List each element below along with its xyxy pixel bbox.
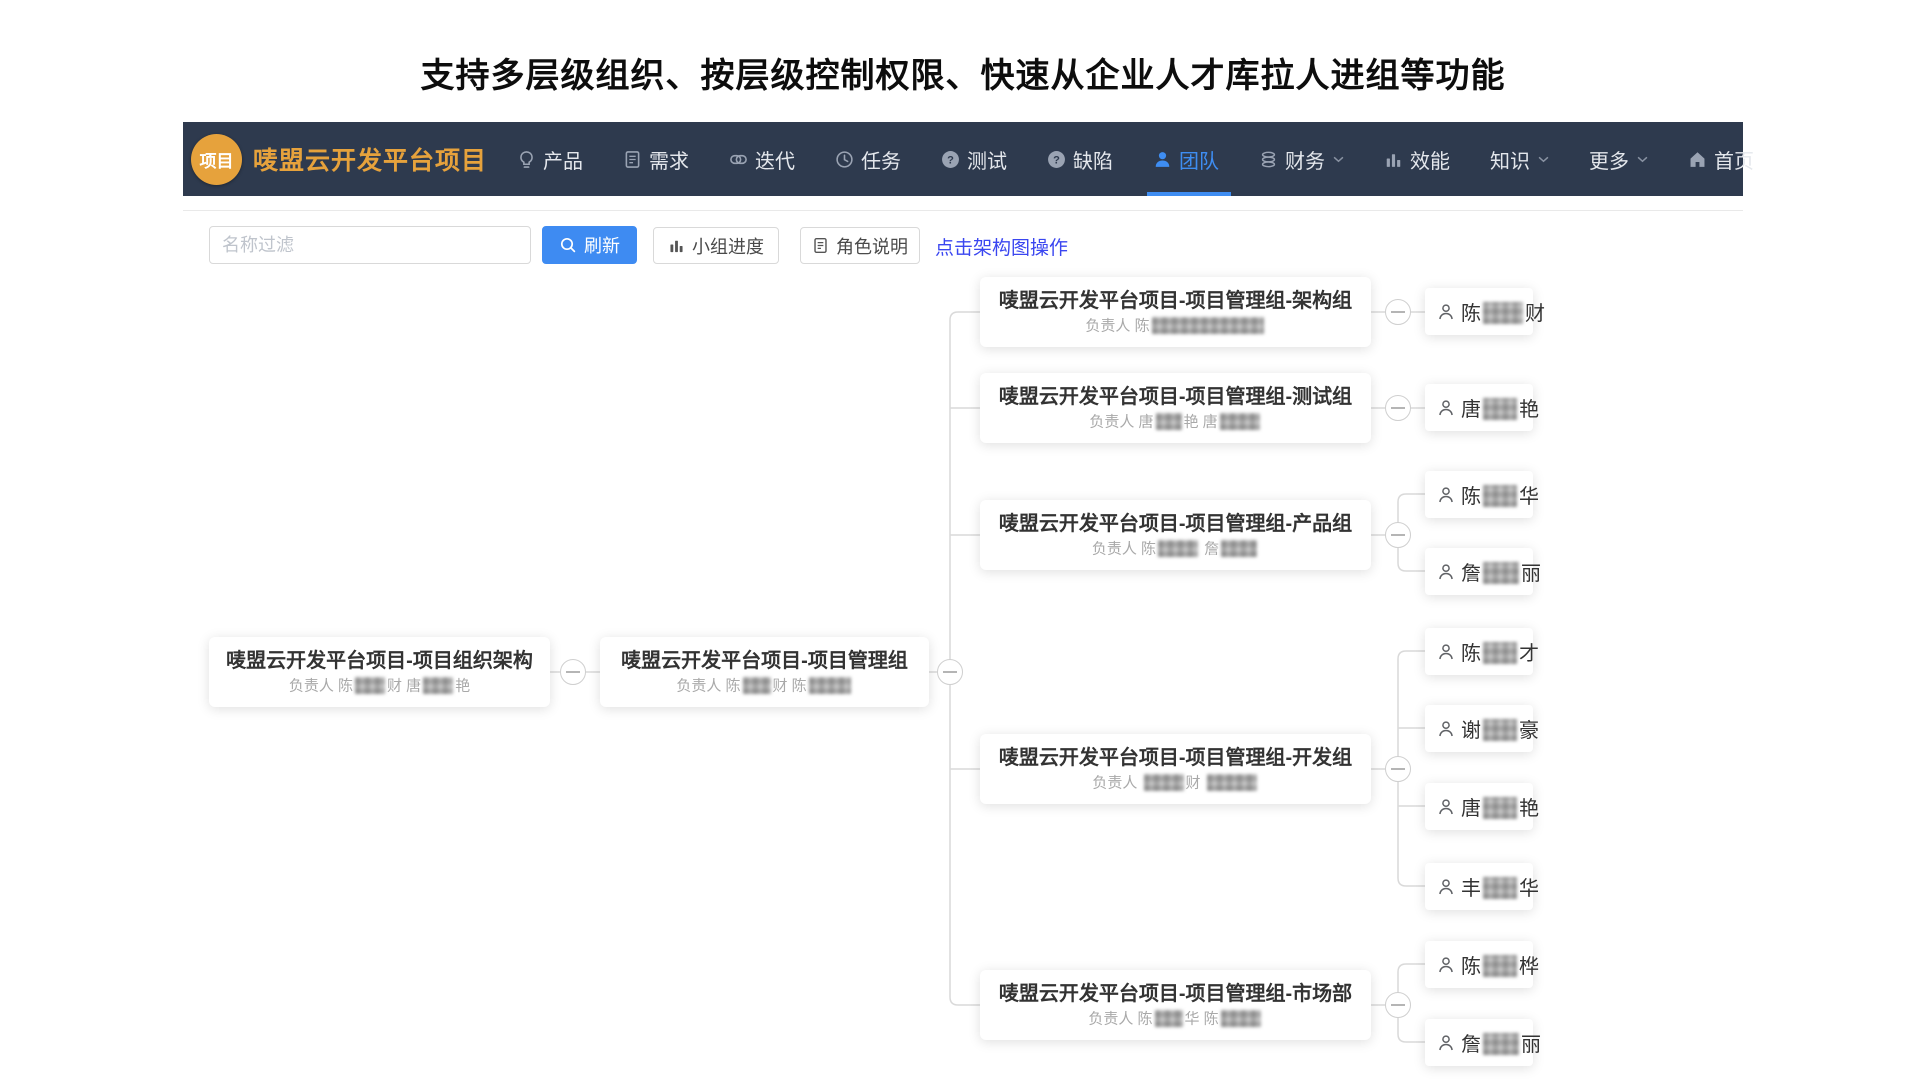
group-leaders: 负责人 陈 詹 [1092,540,1259,559]
org-chart: 唛盟云开发平台项目-项目组织架构 负责人 陈财 唐艳唛盟云开发平台项目-项目管理… [0,0,1920,1080]
org-member-node[interactable]: 詹丽 [1425,548,1533,595]
person-icon [1436,302,1456,322]
member-name: 陈才 [1461,637,1539,666]
org-root-node[interactable]: 唛盟云开发平台项目-项目组织架构 负责人 陈财 唐艳 [209,637,550,707]
member-name: 陈财 [1461,297,1545,326]
member-name: 陈桦 [1461,950,1539,979]
group-leaders: 负责人 陈华 陈 [1088,1010,1262,1029]
collapse-toggle[interactable] [560,659,586,685]
org-member-node[interactable]: 陈桦 [1425,941,1533,988]
blurred-name [1483,642,1517,664]
org-member-node[interactable]: 唐艳 [1425,783,1533,830]
collapse-toggle[interactable] [1385,756,1411,782]
org-group-node[interactable]: 唛盟云开发平台项目-项目管理组-市场部 负责人 陈华 陈 [980,970,1371,1040]
blurred-name [1483,398,1517,420]
blurred-name [1483,485,1517,507]
org-member-node[interactable]: 陈财 [1425,288,1533,335]
group-leaders: 负责人 陈财 陈 [676,677,852,696]
org-group-node[interactable]: 唛盟云开发平台项目-项目管理组-架构组 负责人 陈 [980,277,1371,347]
org-group-node[interactable]: 唛盟云开发平台项目-项目管理组-测试组 负责人 唐艳 唐 [980,373,1371,443]
group-title: 唛盟云开发平台项目-项目管理组-市场部 [999,982,1352,1006]
collapse-toggle[interactable] [1385,522,1411,548]
group-title: 唛盟云开发平台项目-项目管理组-测试组 [999,385,1352,409]
blurred-name [743,677,771,694]
blurred-name [809,677,851,694]
org-member-node[interactable]: 丰华 [1425,863,1533,910]
person-icon [1436,398,1456,418]
collapse-toggle[interactable] [937,659,963,685]
person-icon [1436,877,1456,897]
collapse-toggle[interactable] [1385,992,1411,1018]
person-icon [1436,719,1456,739]
group-title: 唛盟云开发平台项目-项目组织架构 [226,649,533,673]
blurred-name [1220,413,1260,430]
blurred-name [423,677,453,694]
person-icon [1436,955,1456,975]
org-member-node[interactable]: 詹丽 [1425,1019,1533,1066]
group-title: 唛盟云开发平台项目-项目管理组-产品组 [999,512,1352,536]
member-name: 谢豪 [1461,714,1539,743]
member-name: 陈华 [1461,480,1539,509]
blurred-name [1483,955,1517,977]
blurred-name [1221,1010,1261,1027]
blurred-name [1144,774,1184,791]
org-level2-node[interactable]: 唛盟云开发平台项目-项目管理组 负责人 陈财 陈 [600,637,929,707]
org-member-node[interactable]: 陈才 [1425,628,1533,675]
blurred-name [1483,302,1523,324]
member-name: 丰华 [1461,872,1539,901]
blurred-name [1483,1033,1519,1055]
blurred-name [1207,774,1257,791]
member-name: 唐艳 [1461,792,1539,821]
blurred-name [1155,1010,1183,1027]
blurred-name [1483,877,1517,899]
person-icon [1436,562,1456,582]
blurred-name [1158,540,1198,557]
collapse-toggle[interactable] [1385,395,1411,421]
group-title: 唛盟云开发平台项目-项目管理组-架构组 [999,289,1352,313]
org-member-node[interactable]: 陈华 [1425,471,1533,518]
blurred-name [1221,540,1257,557]
blurred-name [1483,719,1517,741]
blurred-name [1483,562,1519,584]
person-icon [1436,797,1456,817]
group-title: 唛盟云开发平台项目-项目管理组-开发组 [999,746,1352,770]
group-leaders: 负责人 陈 [1085,317,1265,336]
person-icon [1436,642,1456,662]
org-connectors [0,0,1920,1080]
group-leaders: 负责人 财 [1092,774,1258,793]
member-name: 詹丽 [1461,557,1541,586]
collapse-toggle[interactable] [1385,299,1411,325]
group-leaders: 负责人 唐艳 唐 [1089,413,1261,432]
member-name: 詹丽 [1461,1028,1541,1057]
org-group-node[interactable]: 唛盟云开发平台项目-项目管理组-开发组 负责人 财 [980,734,1371,804]
member-name: 唐艳 [1461,393,1539,422]
blurred-name [1156,413,1182,430]
blurred-name [355,677,385,694]
group-title: 唛盟云开发平台项目-项目管理组 [621,649,908,673]
person-icon [1436,1033,1456,1053]
org-group-node[interactable]: 唛盟云开发平台项目-项目管理组-产品组 负责人 陈 詹 [980,500,1371,570]
blurred-name [1152,317,1264,334]
group-leaders: 负责人 陈财 唐艳 [289,677,470,696]
org-member-node[interactable]: 谢豪 [1425,705,1533,752]
blurred-name [1483,797,1517,819]
person-icon [1436,485,1456,505]
org-member-node[interactable]: 唐艳 [1425,384,1533,431]
